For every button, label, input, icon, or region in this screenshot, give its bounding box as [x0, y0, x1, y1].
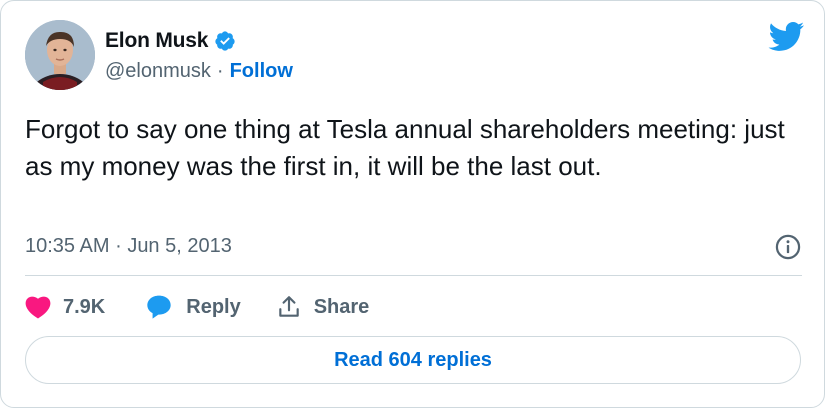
speech-bubble-icon — [147, 295, 171, 319]
tweet-meta: 10:35 AM · Jun 5, 2013 — [25, 233, 802, 261]
author-handle[interactable]: @elonmusk — [105, 60, 211, 83]
tweet-time: 10:35 AM — [25, 235, 110, 257]
avatar[interactable] — [25, 20, 95, 90]
reply-button[interactable]: Reply — [144, 293, 241, 321]
follow-link[interactable]: Follow — [230, 60, 293, 83]
author-name[interactable]: Elon Musk — [105, 29, 208, 53]
read-replies-button[interactable]: Read 604 replies — [25, 336, 801, 384]
reply-label: Reply — [186, 295, 241, 318]
tweet-text: Forgot to say one thing at Tesla annual … — [25, 114, 785, 181]
tweet-date: Jun 5, 2013 — [127, 235, 232, 257]
tweet-header: Elon Musk @elonmusk · Follow — [25, 17, 805, 93]
action-bar: 7.9K Reply Share — [25, 292, 369, 322]
share-button[interactable]: Share — [276, 294, 370, 320]
tweet-card: Elon Musk @elonmusk · Follow Forgot to s… — [0, 0, 825, 408]
name-row: Elon Musk — [105, 29, 236, 53]
twitter-bird-icon[interactable] — [768, 21, 805, 51]
handle-row: @elonmusk · Follow — [105, 60, 293, 83]
avatar-image — [25, 20, 95, 90]
separator-dot: · — [216, 60, 224, 82]
info-icon[interactable] — [774, 233, 802, 261]
like-count: 7.9K — [63, 295, 106, 318]
like-button[interactable]: 7.9K — [25, 295, 105, 319]
verified-badge-icon — [214, 30, 236, 52]
divider — [25, 275, 802, 276]
share-label: Share — [313, 295, 370, 318]
date-separator: · — [115, 235, 122, 257]
heart-icon — [25, 296, 51, 319]
tweet-timestamp[interactable]: 10:35 AM · Jun 5, 2013 — [25, 235, 232, 258]
share-upload-icon — [278, 296, 299, 317]
